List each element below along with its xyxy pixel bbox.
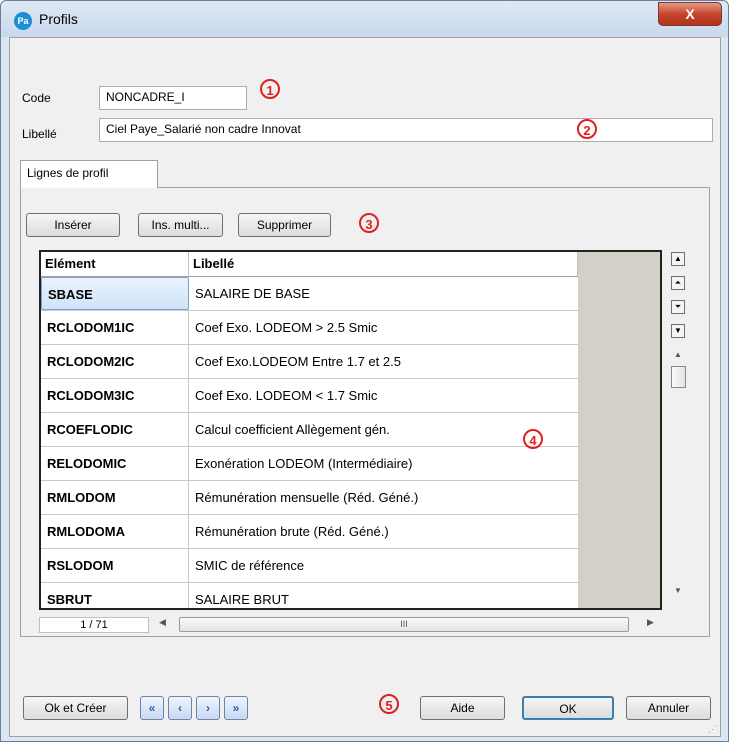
cell-libelle[interactable]: Rémunération brute (Réd. Géné.)	[189, 515, 578, 548]
cell-libelle[interactable]: SMIC de référence	[189, 549, 578, 582]
table-row[interactable]: RCOEFLODIC Calcul coefficient Allègement…	[41, 413, 578, 447]
grid-statusbar: 1 / 71 ◀ III ▶	[39, 614, 662, 636]
nav-first-icon[interactable]: «	[140, 696, 164, 720]
scroll-up-arrow[interactable]: ▲	[671, 350, 685, 359]
cell-libelle[interactable]: Calcul coefficient Allègement gén.	[189, 413, 578, 446]
annotation-2: 2	[577, 119, 597, 139]
dialog-body: Code NONCADRE_I 1 Libellé Ciel Paye_Sala…	[9, 37, 721, 737]
cell-element[interactable]: RMLODOMA	[41, 515, 189, 548]
profils-window: Pa Profils X Code NONCADRE_I 1 Libellé C…	[0, 0, 729, 742]
hscroll-thumb[interactable]: III	[179, 617, 629, 632]
cell-libelle[interactable]: Coef Exo. LODEOM < 1.7 Smic	[189, 379, 578, 412]
cell-element[interactable]: RCOEFLODIC	[41, 413, 189, 446]
scroll-first-icon[interactable]: ▲	[671, 252, 685, 266]
libelle-label: Libellé	[22, 127, 57, 141]
table-row[interactable]: RSLODOM SMIC de référence	[41, 549, 578, 583]
cell-libelle[interactable]: SALAIRE BRUT	[189, 583, 578, 608]
scroll-right-arrow[interactable]: ▶	[647, 617, 661, 628]
ok-create-button[interactable]: Ok et Créer	[23, 696, 128, 720]
table-row[interactable]: RCLODOM1IC Coef Exo. LODEOM > 2.5 Smic	[41, 311, 578, 345]
nav-prev-icon[interactable]: ‹	[168, 696, 192, 720]
delete-button[interactable]: Supprimer	[238, 213, 331, 237]
nav-last-icon[interactable]: »	[224, 696, 248, 720]
insert-button[interactable]: Insérer	[26, 213, 120, 237]
cell-libelle[interactable]: SALAIRE DE BASE	[189, 277, 578, 310]
cancel-button[interactable]: Annuler	[626, 696, 711, 720]
help-button[interactable]: Aide	[420, 696, 505, 720]
cell-libelle[interactable]: Coef Exo. LODEOM > 2.5 Smic	[189, 311, 578, 344]
table-row[interactable]: RCLODOM2IC Coef Exo.LODEOM Entre 1.7 et …	[41, 345, 578, 379]
table-row[interactable]: SBASE SALAIRE DE BASE	[41, 277, 578, 311]
table-row[interactable]: RMLODOM Rémunération mensuelle (Réd. Gén…	[41, 481, 578, 515]
scroll-left-arrow[interactable]: ◀	[159, 617, 173, 628]
record-counter: 1 / 71	[39, 617, 149, 633]
code-field[interactable]: NONCADRE_I	[99, 86, 247, 110]
annotation-5: 5	[379, 694, 399, 714]
cell-element[interactable]: SBASE	[41, 277, 189, 310]
table-row[interactable]: SBRUT SALAIRE BRUT	[41, 583, 578, 608]
table-row[interactable]: RELODOMIC Exonération LODEOM (Intermédia…	[41, 447, 578, 481]
cell-element[interactable]: SBRUT	[41, 583, 189, 608]
cell-libelle[interactable]: Exonération LODEOM (Intermédiaire)	[189, 447, 578, 480]
column-header-libelle[interactable]: Libellé	[189, 252, 578, 276]
code-label: Code	[22, 91, 51, 105]
cell-libelle[interactable]: Rémunération mensuelle (Réd. Géné.)	[189, 481, 578, 514]
libelle-field[interactable]: Ciel Paye_Salarié non cadre Innovat	[99, 118, 713, 142]
annotation-4: 4	[523, 429, 543, 449]
cell-libelle[interactable]: Coef Exo.LODEOM Entre 1.7 et 2.5	[189, 345, 578, 378]
cell-element[interactable]: RELODOMIC	[41, 447, 189, 480]
cell-element[interactable]: RSLODOM	[41, 549, 189, 582]
cell-element[interactable]: RCLODOM1IC	[41, 311, 189, 344]
nav-next-icon[interactable]: ›	[196, 696, 220, 720]
cell-element[interactable]: RCLODOM3IC	[41, 379, 189, 412]
profile-lines-grid[interactable]: Elément Libellé SBASE SALAIRE DE BASE RC…	[39, 250, 662, 610]
insert-multi-button[interactable]: Ins. multi...	[138, 213, 223, 237]
table-row[interactable]: RMLODOMA Rémunération brute (Réd. Géné.)	[41, 515, 578, 549]
annotation-1: 1	[260, 79, 280, 99]
table-row[interactable]: RCLODOM3IC Coef Exo. LODEOM < 1.7 Smic	[41, 379, 578, 413]
scroll-last-icon[interactable]: ▼	[671, 324, 685, 338]
resize-grip[interactable]: ⋰	[708, 724, 718, 734]
cell-element[interactable]: RMLODOM	[41, 481, 189, 514]
horizontal-scrollbar[interactable]: ◀ III ▶	[159, 617, 664, 633]
scroll-pageup-icon[interactable]: ⏶	[671, 276, 685, 290]
column-header-element[interactable]: Elément	[41, 252, 189, 276]
scroll-pagedown-icon[interactable]: ⏷	[671, 300, 685, 314]
grid-header: Elément Libellé	[41, 252, 578, 277]
annotation-3: 3	[359, 213, 379, 233]
close-button[interactable]: X	[658, 2, 722, 26]
app-logo-icon: Pa	[14, 12, 32, 30]
tab-lignes-de-profil[interactable]: Lignes de profil	[20, 160, 158, 188]
ok-button[interactable]: OK	[522, 696, 614, 720]
scroll-thumb[interactable]	[671, 366, 686, 388]
title-bar[interactable]: Pa Profils X	[1, 1, 728, 37]
scroll-down-arrow[interactable]: ▼	[671, 586, 685, 595]
vertical-scrollbar[interactable]: ▲ ⏶ ⏷ ▼ ▲ ▼	[667, 250, 689, 612]
window-title: Profils	[39, 11, 78, 27]
cell-element[interactable]: RCLODOM2IC	[41, 345, 189, 378]
